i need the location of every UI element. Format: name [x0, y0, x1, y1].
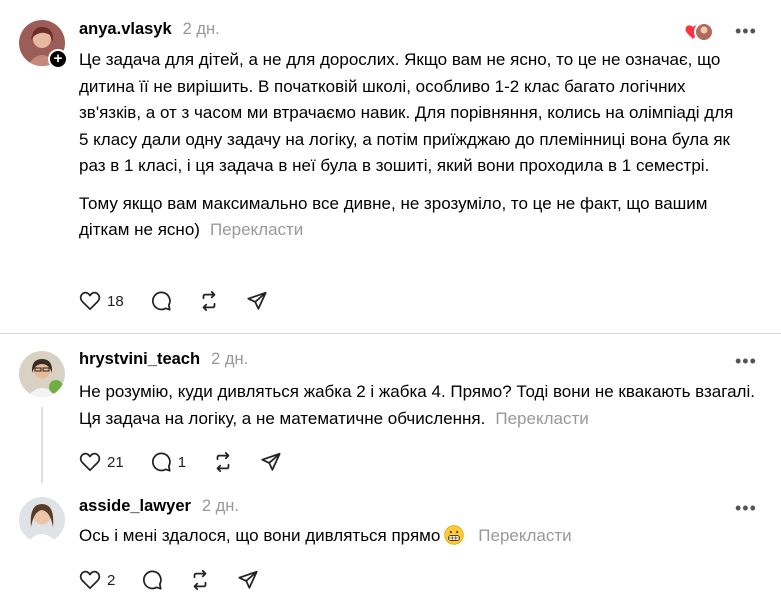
share-button[interactable] [260, 451, 282, 473]
follow-plus-icon[interactable]: + [48, 49, 68, 69]
translate-link[interactable]: Перекласти [210, 220, 303, 239]
post-text: Не розумію, куди дивляться жабка 2 і жаб… [79, 379, 759, 432]
repost-icon [193, 569, 207, 591]
repost-icon [202, 290, 216, 312]
post-asside-lawyer: asside_lawyer 2 дн. ••• Ось і мені здало… [0, 484, 781, 611]
share-icon [247, 291, 267, 310]
post-paragraph: Ось і мені здалося, що вони дивляться пр… [79, 523, 759, 550]
comment-icon [143, 570, 163, 590]
post-paragraph-text: Не розумію, куди дивляться жабка 2 і жаб… [79, 382, 755, 428]
post-paragraph-text: Тому якщо вам максимально все дивне, не … [79, 193, 708, 240]
post-text: Ось і мені здалося, що вони дивляться пр… [79, 523, 759, 550]
like-button[interactable]: 2 [79, 570, 115, 590]
heart-icon [79, 452, 101, 472]
action-bar: 18 [79, 288, 294, 314]
post-paragraph: Це задача для дітей, а не для дорослих. … [79, 50, 734, 175]
post-paragraph: Тому якщо вам максимально все дивне, не … [79, 191, 739, 244]
username[interactable]: hrystvini_teach [79, 350, 200, 369]
like-count: 21 [107, 453, 124, 471]
heart-icon [79, 291, 101, 311]
action-bar: 21 1 [79, 449, 308, 475]
share-icon [261, 452, 281, 471]
reply-button[interactable] [141, 569, 163, 591]
share-button[interactable] [237, 569, 259, 591]
post-hrystvini-teach: hrystvini_teach 2 дн. ••• Не розумію, ку… [0, 334, 781, 484]
repost-icon [216, 451, 230, 473]
username[interactable]: asside_lawyer [79, 497, 191, 516]
like-count: 18 [107, 292, 124, 310]
share-icon [238, 570, 258, 589]
avatar[interactable] [19, 351, 65, 397]
thread-line [41, 407, 43, 483]
post-header: asside_lawyer 2 дн. [79, 497, 239, 521]
comment-icon [151, 452, 171, 472]
heart-icon [79, 570, 101, 590]
post-paragraph-text: Ось і мені здалося, що вони дивляться пр… [79, 526, 441, 545]
reply-count: 1 [177, 453, 187, 471]
timestamp[interactable]: 2 дн. [183, 20, 220, 39]
translate-link[interactable]: Перекласти [478, 526, 571, 545]
username[interactable]: anya.vlasyk [79, 20, 172, 39]
post-header: anya.vlasyk 2 дн. [79, 20, 220, 44]
like-button[interactable]: 21 [79, 452, 124, 472]
post-paragraph: Не розумію, куди дивляться жабка 2 і жаб… [79, 379, 759, 432]
more-options-icon[interactable]: ••• [735, 499, 757, 517]
grimacing-emoji-icon [444, 525, 464, 545]
repost-button[interactable] [189, 569, 211, 591]
like-button[interactable]: 18 [79, 291, 124, 311]
comment-icon [151, 291, 171, 311]
more-options-icon[interactable]: ••• [735, 22, 757, 40]
timestamp[interactable]: 2 дн. [211, 350, 248, 369]
repost-button[interactable] [212, 451, 234, 473]
reply-button[interactable]: 1 [150, 451, 186, 473]
liked-by-avatar[interactable] [684, 21, 714, 48]
reply-button[interactable] [150, 290, 172, 312]
translate-link[interactable]: Перекласти [495, 409, 588, 428]
post-text: Це задача для дітей, а не для дорослих. … [79, 47, 739, 244]
post-anya-vlasyk: + anya.vlasyk 2 дн. ••• Це задача для ді… [0, 0, 781, 333]
like-count: 2 [107, 571, 116, 589]
share-button[interactable] [246, 290, 268, 312]
post-header: hrystvini_teach 2 дн. [79, 350, 248, 374]
more-options-icon[interactable]: ••• [735, 352, 757, 370]
avatar[interactable] [19, 497, 65, 543]
action-bar: 2 [79, 567, 285, 593]
timestamp[interactable]: 2 дн. [202, 497, 239, 516]
repost-button[interactable] [198, 290, 220, 312]
